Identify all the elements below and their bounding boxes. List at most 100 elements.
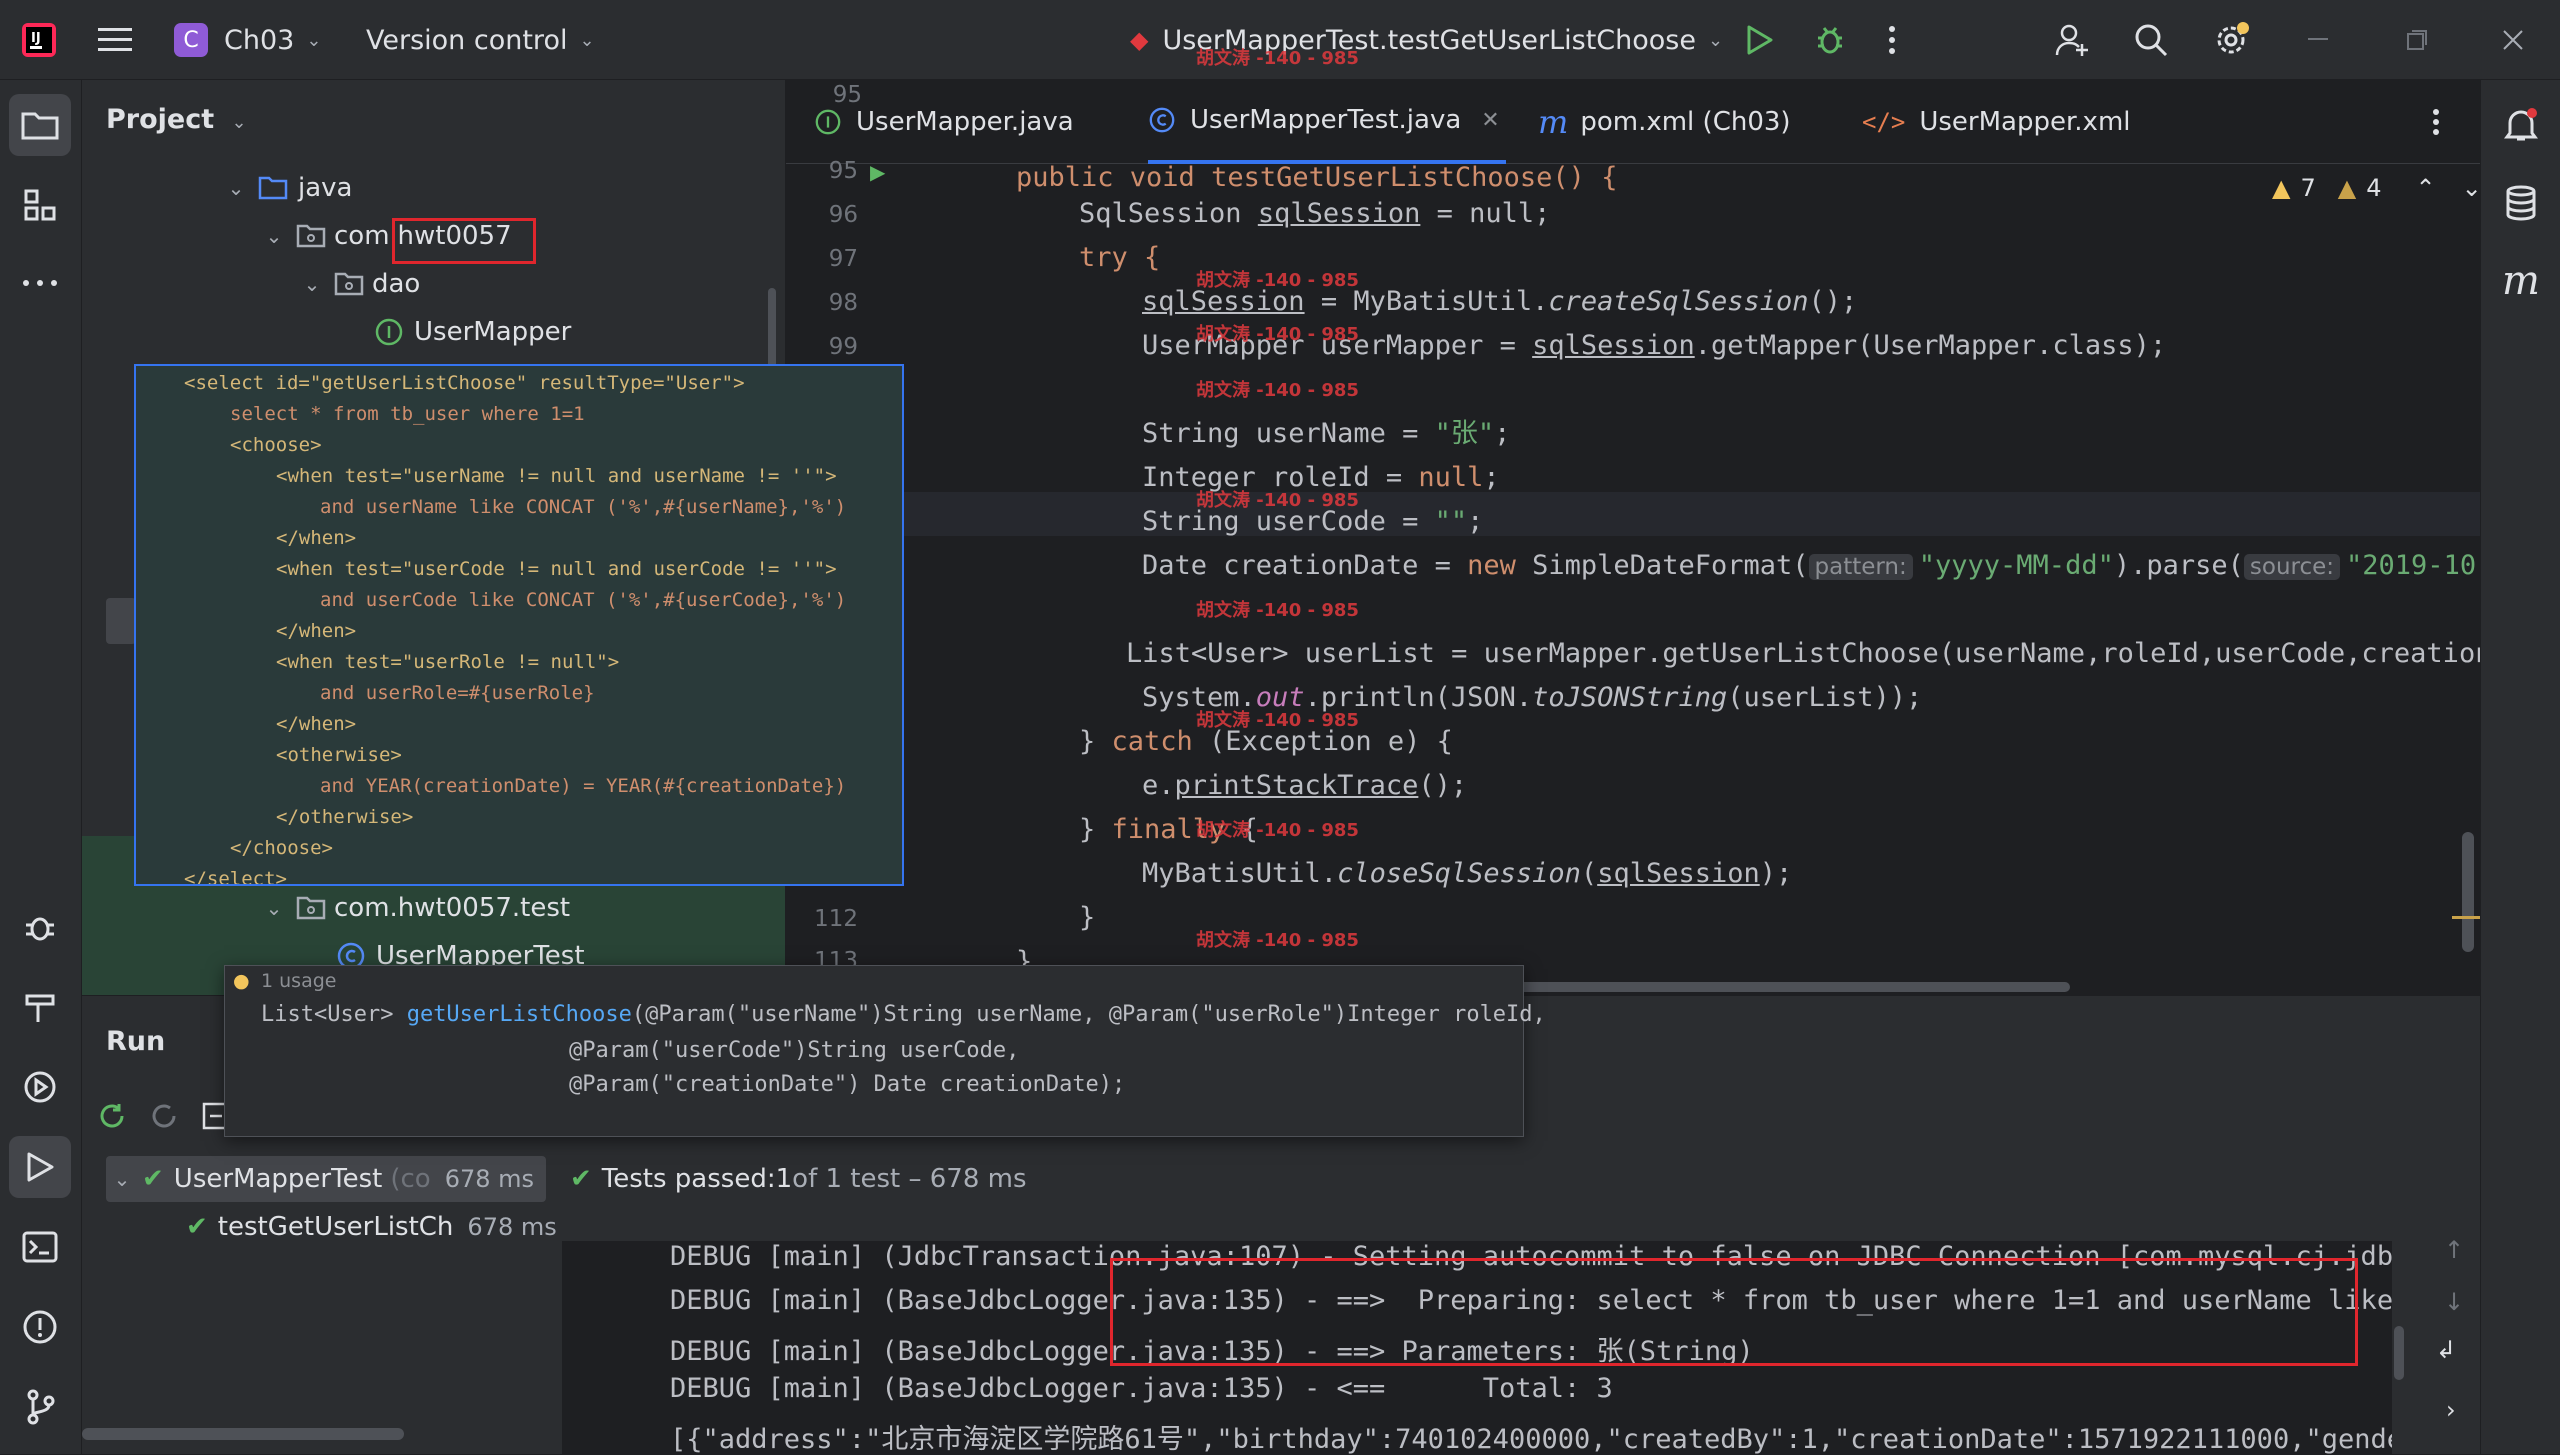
build-tool-button[interactable]	[9, 976, 71, 1038]
inspection-widget[interactable]: ▲ 7 ▲ 4 ⌃ ⌄	[2272, 174, 2480, 202]
watermark: 胡文涛 -140 - 985	[1196, 820, 1359, 841]
tree-item-label: com.hwt0057.test	[334, 893, 571, 923]
test-node-class[interactable]: ⌄ ✔ UserMapperTest (co 678 ms	[108, 1156, 534, 1202]
close-window-icon[interactable]	[2502, 0, 2524, 80]
maven-icon: m	[1538, 103, 1569, 141]
highlight-box-console	[1110, 1258, 2358, 1366]
project-switcher[interactable]: C Ch03 ⌄	[174, 0, 321, 80]
code-token: .getMapper(UserMapper.class);	[1694, 330, 2167, 361]
xml-line: <when test="userCode != null and userCod…	[276, 558, 837, 580]
tree-item-usermapper[interactable]: UserMapper	[374, 310, 571, 354]
editor-scrollbar[interactable]	[2462, 832, 2474, 952]
code-token: sqlSession	[1597, 858, 1760, 889]
test-status: ✔ Tests passed: 1 of 1 test – 678 ms	[570, 1156, 1027, 1202]
project-panel-header[interactable]: Project ⌄	[106, 104, 247, 135]
debug-tool-button[interactable]	[9, 896, 71, 958]
project-name: Ch03	[224, 24, 295, 56]
database-icon	[2506, 185, 2536, 221]
maven-tool-button[interactable]: m	[2490, 250, 2552, 312]
previous-highlight-icon[interactable]: ⌃	[2416, 174, 2436, 202]
code-line[interactable]: String userName = "张";	[1142, 412, 1510, 456]
code-line[interactable]: MyBatisUtil.closeSqlSession(sqlSession);	[1142, 852, 1792, 896]
test-name: testGetUserListCh	[217, 1212, 454, 1242]
code-line[interactable]: SqlSession sqlSession = null;	[1079, 192, 1550, 236]
intellij-logo-icon[interactable]: IJ	[22, 0, 56, 80]
watermark: 胡文涛 -140 - 985	[1196, 380, 1359, 401]
tree-item-java[interactable]: ⌄ java	[222, 166, 353, 210]
debug-button[interactable]	[1814, 0, 1846, 80]
tab-usermappertest-java[interactable]: UserMapperTest.java ✕	[1148, 80, 1506, 164]
soft-wrap-icon[interactable]: ↲	[2436, 1336, 2456, 1364]
rerun-failed-icon[interactable]	[142, 1094, 186, 1138]
run-panel-title[interactable]: Run	[106, 1026, 165, 1057]
chevron-down-icon[interactable]: ⌄	[222, 176, 250, 200]
code-token: ).parse(	[2113, 550, 2244, 581]
search-icon[interactable]	[2134, 0, 2168, 80]
scroll-down-icon[interactable]: ↓	[2444, 1288, 2464, 1316]
git-tool-button[interactable]	[9, 1376, 71, 1438]
console-scrollbar[interactable]	[2394, 1326, 2404, 1380]
junit-icon: ◆	[1130, 26, 1149, 54]
code-token: try {	[1079, 242, 1161, 273]
restore-icon[interactable]	[2406, 0, 2428, 80]
tab-label: UserMapper.java	[856, 107, 1074, 137]
chevron-down-icon[interactable]: ⌄	[260, 224, 288, 248]
chevron-down-icon: ⌄	[1707, 29, 1724, 51]
xml-line: </otherwise>	[276, 806, 414, 828]
code-line[interactable]: List<User> userList = userMapper.getUser…	[1126, 632, 2480, 676]
xml-line: <when test="userName != null and userNam…	[276, 465, 837, 487]
scroll-up-icon[interactable]: ↑	[2444, 1236, 2464, 1264]
run-gutter-icon[interactable]: ▶	[870, 160, 885, 184]
code-line[interactable]: Date creationDate = new SimpleDateFormat…	[1142, 544, 2476, 588]
close-tab-icon[interactable]: ✕	[1481, 108, 1499, 133]
tree-item-test-package[interactable]: ⌄ com.hwt0057.test	[260, 886, 571, 930]
test-node-method[interactable]: ✔ testGetUserListCh 678 ms	[186, 1204, 557, 1250]
tree-item-dao[interactable]: ⌄ dao	[298, 262, 421, 306]
package-icon	[334, 272, 364, 296]
code-token: (userList));	[1727, 682, 1923, 713]
tab-pom-xml[interactable]: m pom.xml (Ch03)	[1538, 80, 1791, 164]
run-button[interactable]	[1746, 0, 1774, 80]
editor-hscrollbar[interactable]	[1446, 982, 2070, 992]
code-token: MyBatisUtil.	[1142, 858, 1338, 889]
chevron-down-icon[interactable]: ⌄	[260, 896, 288, 920]
database-tool-button[interactable]	[2490, 172, 2552, 234]
main-menu-icon[interactable]	[98, 0, 132, 80]
terminal-tool-button[interactable]	[9, 1216, 71, 1278]
code-line[interactable]: e.printStackTrace();	[1142, 764, 1467, 808]
test-name: UserMapperTest	[173, 1164, 383, 1194]
notifications-button[interactable]	[2490, 94, 2552, 156]
vcs-label: Version control	[366, 24, 568, 56]
xml-icon: </>	[1862, 108, 1906, 136]
more-actions-icon[interactable]	[1888, 0, 1896, 80]
status-suffix: of 1 test – 678 ms	[792, 1164, 1027, 1194]
chevron-down-icon[interactable]: ⌄	[108, 1167, 136, 1191]
settings-gear-icon[interactable]	[2212, 0, 2250, 80]
usage-hint[interactable]: ● 1 usage	[233, 970, 336, 992]
services-tool-button[interactable]	[9, 1056, 71, 1118]
line-number: 95	[832, 82, 862, 108]
vcs-menu[interactable]: Version control ⌄	[366, 0, 595, 80]
project-badge: C	[174, 23, 208, 57]
minimize-icon[interactable]	[2308, 0, 2328, 80]
xml-line: select * from tb_user where 1=1	[230, 403, 585, 425]
next-highlight-icon[interactable]: ⌄	[2462, 174, 2480, 202]
rerun-icon[interactable]	[90, 1094, 134, 1138]
watermark: 胡文涛 -140 - 985	[1196, 930, 1359, 951]
add-user-icon[interactable]	[2054, 0, 2090, 80]
test-tree-hscrollbar[interactable]	[82, 1428, 404, 1440]
status-count: 1	[775, 1164, 793, 1194]
code-token: ;	[1494, 418, 1511, 449]
chevron-down-icon[interactable]: ⌄	[298, 272, 326, 296]
tabs-more-icon[interactable]	[2432, 80, 2440, 164]
expand-icon[interactable]: ›	[2446, 1396, 2456, 1424]
code-line[interactable]: try {	[1079, 236, 1160, 280]
xml-line: </when>	[276, 620, 357, 642]
tab-usermapper-xml[interactable]: </> UserMapper.xml	[1862, 80, 2131, 164]
project-tool-button[interactable]	[9, 94, 71, 156]
structure-tool-button[interactable]	[9, 174, 71, 236]
more-tools-icon[interactable]	[9, 252, 71, 314]
problems-tool-button[interactable]	[9, 1296, 71, 1358]
run-tool-button[interactable]	[9, 1136, 71, 1198]
code-line[interactable]: }	[1079, 896, 1095, 940]
